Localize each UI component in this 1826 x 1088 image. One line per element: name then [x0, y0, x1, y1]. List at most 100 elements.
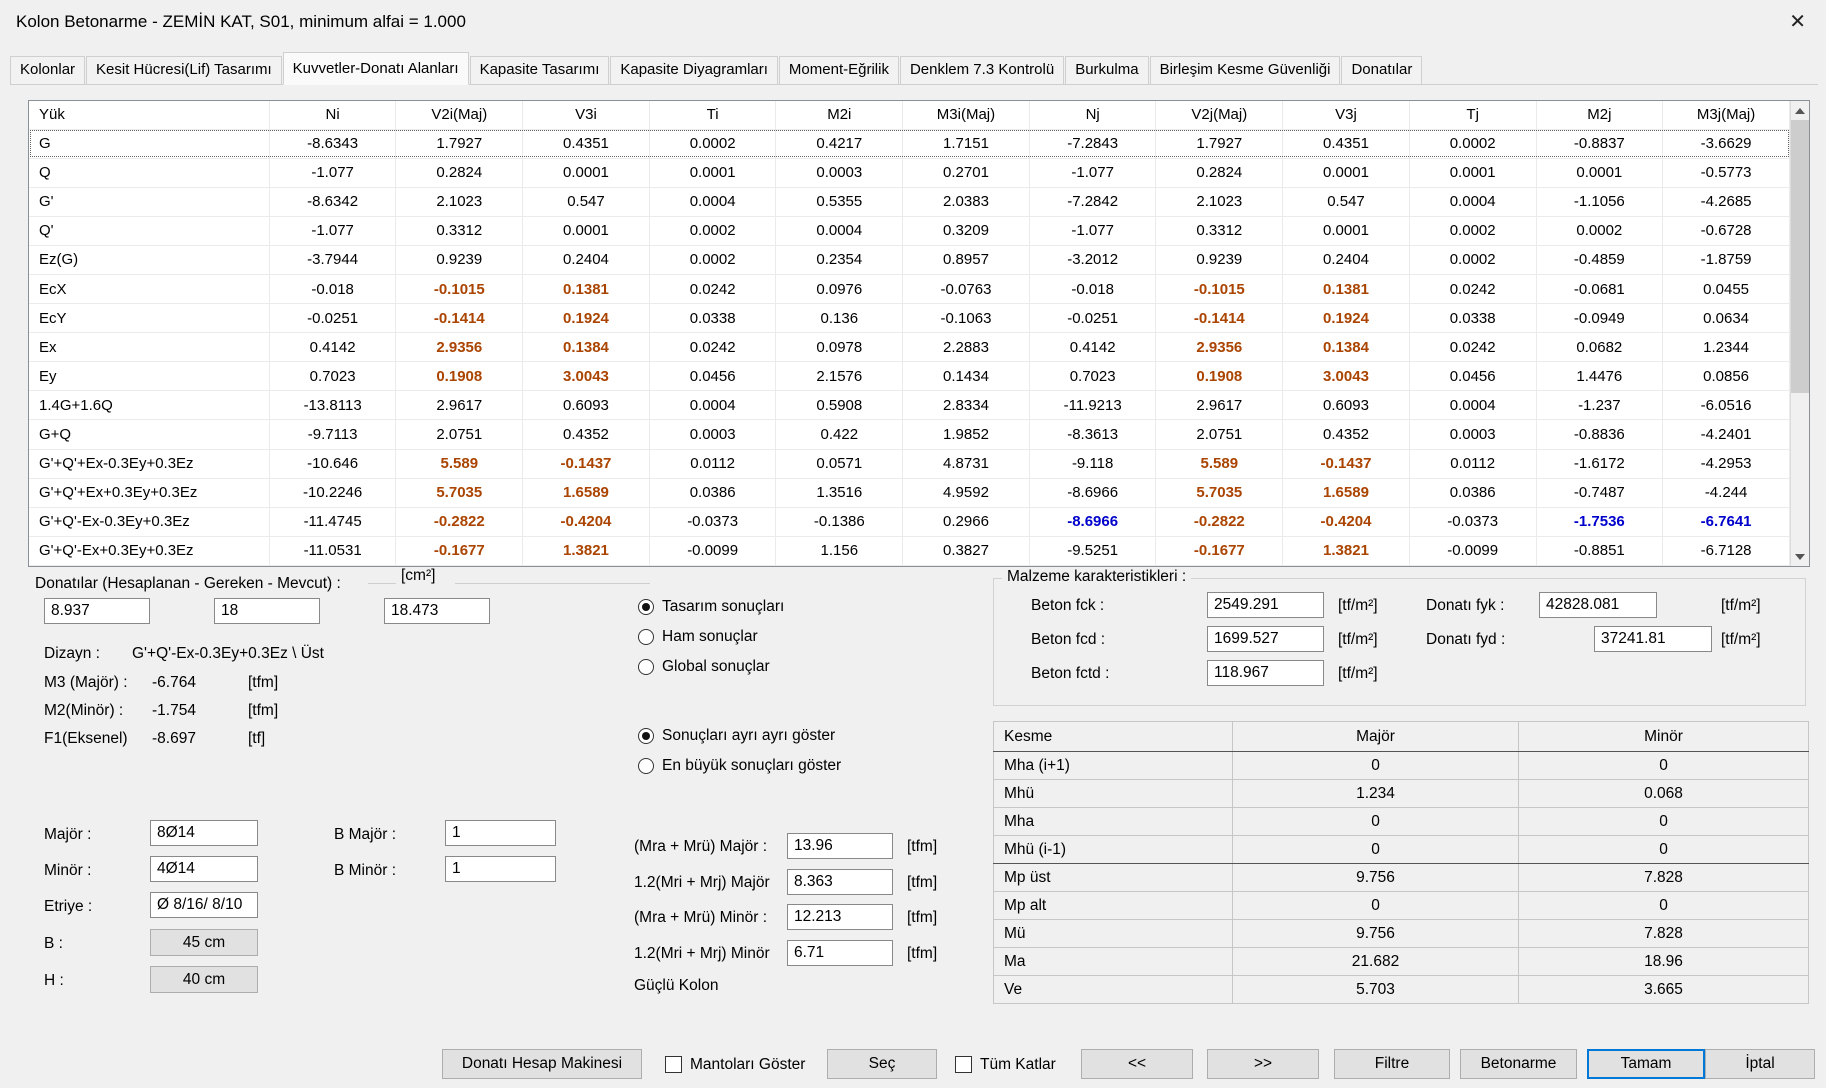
- forces-cell: 0.0002: [1409, 216, 1536, 245]
- f1-eksenel-unit: [tf]: [248, 730, 265, 748]
- minor-input[interactable]: [150, 856, 258, 882]
- kesme-row-label: Mhü (i-1): [994, 836, 1233, 864]
- mri-major-input[interactable]: [787, 869, 893, 895]
- donatilar-calculated-input[interactable]: [44, 598, 150, 624]
- forces-cell: 0.547: [1283, 187, 1410, 216]
- fyd-input[interactable]: [1594, 626, 1712, 652]
- tab-7[interactable]: Denklem 7.3 Kontrolü: [900, 56, 1064, 84]
- kesme-row: Mp alt00: [994, 892, 1809, 920]
- tab-10[interactable]: Donatılar: [1341, 56, 1422, 84]
- close-icon[interactable]: ✕: [1789, 9, 1806, 34]
- forces-cell: 0.4351: [523, 129, 650, 158]
- forces-cell: -0.6728: [1663, 216, 1790, 245]
- forces-cell: -0.1437: [523, 449, 650, 478]
- forces-row[interactable]: EcY-0.0251-0.14140.19240.03380.136-0.106…: [29, 304, 1790, 333]
- forces-cell: -4.2953: [1663, 449, 1790, 478]
- mantolari-goster-checkbox[interactable]: [665, 1056, 682, 1073]
- betonarme-button[interactable]: Betonarme: [1460, 1049, 1577, 1079]
- forces-row[interactable]: Q'-1.0770.33120.00010.00020.00040.3209-1…: [29, 216, 1790, 245]
- radio-option-display-mode[interactable]: En büyük sonuçları göster: [638, 756, 841, 776]
- b-major-input[interactable]: [445, 820, 556, 846]
- tum-katlar-checkbox[interactable]: [955, 1056, 972, 1073]
- tamam-button[interactable]: Tamam: [1587, 1049, 1705, 1079]
- kesme-cell: 1.234: [1233, 780, 1519, 808]
- donati-hesap-makinesi-button[interactable]: Donatı Hesap Makinesi: [442, 1049, 642, 1079]
- radio-group-2: Sonuçları ayrı ayrı göster En büyük sonuç…: [638, 726, 841, 786]
- fctd-unit: [tf/m²]: [1338, 665, 1378, 683]
- mra-major-input[interactable]: [787, 833, 893, 859]
- fyk-input[interactable]: [1539, 592, 1657, 618]
- vertical-scrollbar[interactable]: [1790, 101, 1809, 566]
- forces-cell: 0.9239: [396, 245, 523, 274]
- forces-cell: -1.077: [269, 216, 396, 245]
- donatilar-required-input[interactable]: [214, 598, 320, 624]
- b-dimension-button[interactable]: 45 cm: [150, 929, 258, 956]
- tab-5[interactable]: Kapasite Diyagramları: [610, 56, 778, 84]
- tab-9[interactable]: Birleşim Kesme Güvenliği: [1150, 56, 1341, 84]
- forces-cell: -7.2843: [1029, 129, 1156, 158]
- forces-row[interactable]: G'+Q'+Ex+0.3Ey+0.3Ez-10.22465.70351.6589…: [29, 478, 1790, 507]
- etriye-input[interactable]: [150, 892, 258, 918]
- forces-row[interactable]: 1.4G+1.6Q-13.81132.96170.60930.00040.590…: [29, 391, 1790, 420]
- tab-3[interactable]: Kuvvetler-Donatı Alanları: [283, 52, 469, 85]
- forces-cell: 2.8334: [903, 391, 1030, 420]
- tab-2[interactable]: Kesit Hücresi(Lif) Tasarımı: [86, 56, 282, 84]
- forces-cell: 2.0383: [903, 187, 1030, 216]
- forces-row[interactable]: G'-8.63422.10230.5470.00040.53552.0383-7…: [29, 187, 1790, 216]
- previous-button[interactable]: <<: [1081, 1049, 1193, 1079]
- fcd-input[interactable]: [1207, 626, 1324, 652]
- scroll-up-button[interactable]: [1791, 101, 1809, 120]
- mri-minor-input[interactable]: [787, 940, 893, 966]
- filtre-button[interactable]: Filtre: [1334, 1049, 1450, 1079]
- forces-row[interactable]: G'+Q'-Ex+0.3Ey+0.3Ez-11.0531-0.16771.382…: [29, 536, 1790, 565]
- mra-minor-input[interactable]: [787, 904, 893, 930]
- fctd-input[interactable]: [1207, 660, 1324, 686]
- radio-group-1: Tasarım sonuçları Ham sonuçlar Global sonu…: [638, 597, 784, 687]
- forces-cell: 0.0386: [649, 478, 776, 507]
- forces-row[interactable]: EcX-0.018-0.10150.13810.02420.0976-0.076…: [29, 274, 1790, 303]
- forces-cell: 0.0242: [649, 274, 776, 303]
- kesme-row: Mha (i+1)00: [994, 752, 1809, 780]
- tab-4[interactable]: Kapasite Tasarımı: [470, 56, 610, 84]
- tab-1[interactable]: Kolonlar: [10, 56, 85, 84]
- forces-cell: -6.0516: [1663, 391, 1790, 420]
- forces-row[interactable]: Ez(G)-3.79440.92390.24040.00020.23540.89…: [29, 245, 1790, 274]
- forces-cell: -8.6966: [1029, 478, 1156, 507]
- tab-8[interactable]: Burkulma: [1065, 56, 1148, 84]
- forces-row[interactable]: G-8.63431.79270.43510.00020.42171.7151-7…: [29, 129, 1790, 158]
- forces-cell: 1.3516: [776, 478, 903, 507]
- major-input[interactable]: [150, 820, 258, 846]
- groupbox-line: [455, 583, 650, 584]
- forces-row[interactable]: G'+Q'-Ex-0.3Ey+0.3Ez-11.4745-0.2822-0.42…: [29, 507, 1790, 536]
- b-minor-input[interactable]: [445, 856, 556, 882]
- forces-cell: 0.0001: [523, 158, 650, 187]
- radio-option-result-type[interactable]: Global sonuçlar: [638, 657, 784, 677]
- scrollbar-thumb[interactable]: [1791, 120, 1809, 393]
- forces-cell: 0.1384: [1283, 333, 1410, 362]
- forces-row[interactable]: Ey0.70230.19083.00430.04562.15760.14340.…: [29, 362, 1790, 391]
- load-case-label: EcX: [29, 274, 269, 303]
- forces-row[interactable]: Q-1.0770.28240.00010.00010.00030.2701-1.…: [29, 158, 1790, 187]
- mra-major-label: (Mra + Mrü) Majör :: [634, 838, 767, 856]
- tab-6[interactable]: Moment-Eğrilik: [779, 56, 899, 84]
- forces-row[interactable]: G+Q-9.71132.07510.43520.00030.4221.9852-…: [29, 420, 1790, 449]
- forces-cell: 0.0456: [1409, 362, 1536, 391]
- forces-row[interactable]: Ex0.41422.93560.13840.02420.09782.28830.…: [29, 333, 1790, 362]
- next-button[interactable]: >>: [1207, 1049, 1319, 1079]
- kesme-row: Mü9.7567.828: [994, 920, 1809, 948]
- forces-cell: -0.1437: [1283, 449, 1410, 478]
- radio-option-result-type[interactable]: Tasarım sonuçları: [638, 597, 784, 617]
- scrollbar-track[interactable]: [1791, 120, 1809, 547]
- radio-option-display-mode[interactable]: Sonuçları ayrı ayrı göster: [638, 726, 841, 746]
- forces-cell: -0.0373: [649, 507, 776, 536]
- kesme-row: Ve5.7033.665: [994, 976, 1809, 1004]
- sec-button[interactable]: Seç: [827, 1049, 937, 1079]
- iptal-button[interactable]: İptal: [1705, 1049, 1815, 1079]
- forces-row[interactable]: G'+Q'+Ex-0.3Ey+0.3Ez-10.6465.589-0.14370…: [29, 449, 1790, 478]
- donatilar-existing-input[interactable]: [384, 598, 490, 624]
- fck-input[interactable]: [1207, 592, 1324, 618]
- scroll-down-button[interactable]: [1791, 547, 1809, 566]
- h-dimension-button[interactable]: 40 cm: [150, 966, 258, 993]
- b-minor-label: B Minör :: [334, 862, 396, 880]
- radio-option-result-type[interactable]: Ham sonuçlar: [638, 627, 784, 647]
